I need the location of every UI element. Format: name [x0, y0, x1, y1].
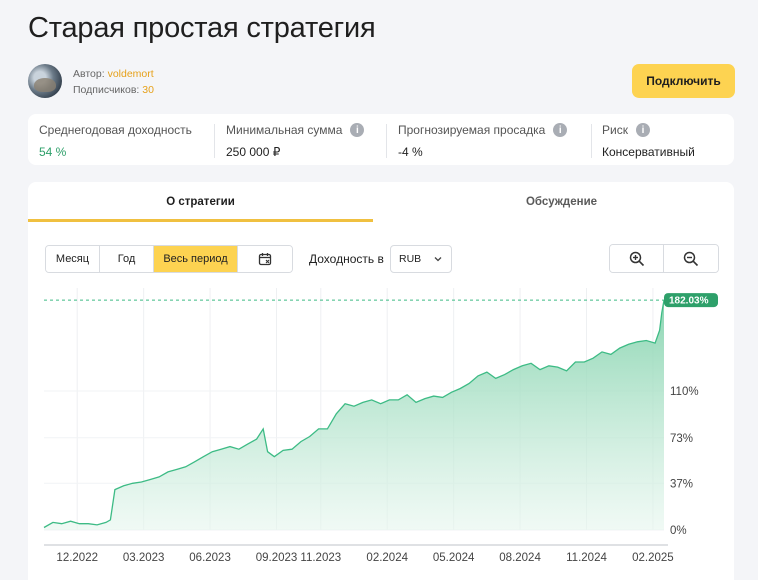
stat-label: Среднегодовая доходность	[39, 123, 192, 137]
y-tick-label: 37%	[670, 478, 693, 490]
info-icon[interactable]: i	[350, 123, 365, 137]
stat-risk: Риск i Консервативный	[602, 122, 695, 159]
last-value-label: 182.03%	[669, 296, 709, 307]
x-axis-labels: 12.2022 03.2023 06.2023 09.2023 11.2023 02.20…	[56, 552, 673, 564]
x-tick-label: 05.2024	[433, 552, 475, 564]
y-axis-labels: 0% 37% 73% 110%	[670, 386, 699, 537]
y-tick-label: 0%	[670, 525, 687, 537]
x-tick-label: 11.2023	[300, 552, 341, 564]
page-title: Старая простая стратегия	[28, 12, 376, 44]
last-value-badge: 182.03%	[664, 293, 718, 308]
x-tick-label: 06.2023	[189, 552, 231, 564]
subscribers-count: 30	[142, 84, 154, 96]
stats-bar: Среднегодовая доходность 54 % Минимальна…	[28, 114, 734, 165]
chart-area	[44, 300, 664, 530]
author-label: Автор:	[73, 68, 105, 80]
stat-label: Прогнозируемая просадка	[398, 123, 546, 137]
x-tick-label: 02.2024	[366, 552, 408, 564]
stat-label: Минимальная сумма	[226, 123, 343, 137]
connect-button[interactable]: Подключить	[632, 64, 735, 98]
stat-value: Консервативный	[602, 145, 695, 159]
y-tick-label: 73%	[670, 433, 693, 445]
divider	[591, 124, 592, 158]
stat-min-amount: Минимальная сумма i 250 000 ₽	[226, 122, 365, 159]
stat-label: Риск	[602, 123, 628, 137]
stat-value: -4 %	[398, 145, 423, 159]
info-icon[interactable]: i	[635, 123, 650, 137]
strategy-panel: О стратегии Обсуждение Месяц Год Весь пе…	[28, 182, 734, 580]
stat-drawdown: Прогнозируемая просадка i -4 %	[398, 122, 568, 159]
subscribers-line: Подписчиков: 30	[73, 82, 154, 98]
x-tick-label: 09.2023	[256, 552, 298, 564]
yield-chart[interactable]: 182.03% 0% 37% 73% 110% 12.2022 03.2023 06.20…	[28, 182, 734, 580]
stat-value: 250 000 ₽	[226, 145, 281, 159]
info-icon[interactable]: i	[553, 123, 568, 137]
divider	[386, 124, 387, 158]
author-line: Автор: voldemort	[73, 66, 154, 82]
stat-value: 54 %	[39, 145, 67, 159]
x-tick-label: 11.2024	[566, 552, 607, 564]
subscribers-label: Подписчиков:	[73, 84, 140, 96]
avatar[interactable]	[28, 64, 62, 98]
y-tick-label: 110%	[670, 386, 699, 398]
stat-annual-yield: Среднегодовая доходность 54 %	[39, 122, 192, 159]
author-name-link[interactable]: voldemort	[108, 68, 154, 80]
x-tick-label: 03.2023	[123, 552, 165, 564]
x-tick-label: 02.2025	[632, 552, 674, 564]
divider	[214, 124, 215, 158]
x-tick-label: 08.2024	[499, 552, 541, 564]
x-tick-label: 12.2022	[56, 552, 98, 564]
author-info: Автор: voldemort Подписчиков: 30	[73, 66, 154, 98]
